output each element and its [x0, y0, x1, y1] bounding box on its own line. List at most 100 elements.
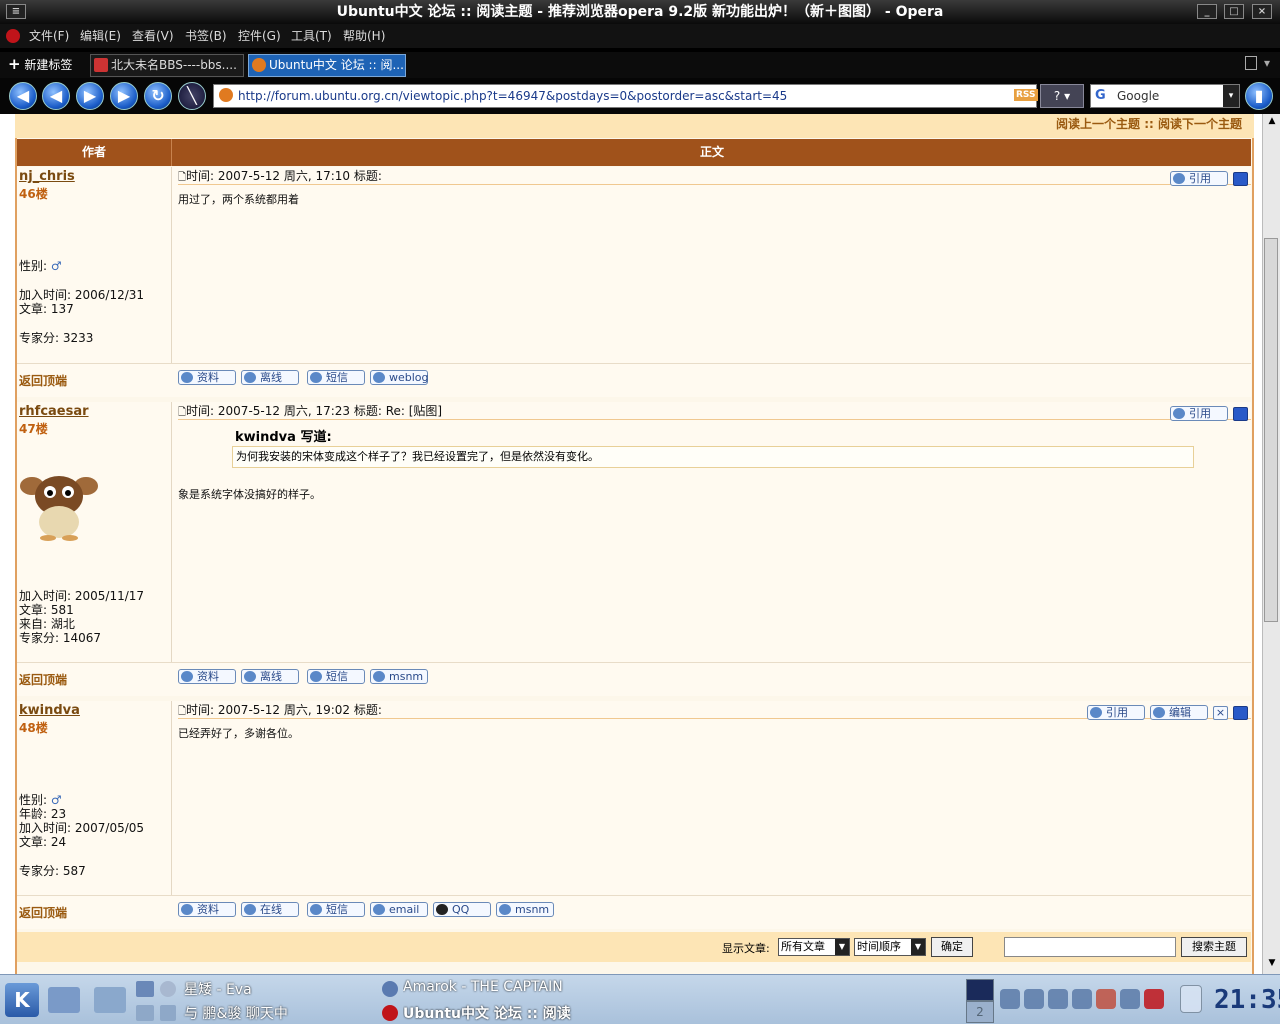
desktop-pager-2[interactable]: 2 — [966, 1001, 994, 1023]
order-select[interactable]: 时间顺序 ▼ — [854, 938, 926, 956]
menu-help[interactable]: 帮助(H) — [343, 24, 385, 48]
home-folder-icon[interactable] — [94, 987, 126, 1013]
scroll-up-icon[interactable]: ▲ — [1265, 116, 1279, 130]
ip-icon[interactable] — [1233, 407, 1248, 421]
menu-edit[interactable]: 编辑(E) — [80, 24, 121, 48]
minimize-button[interactable]: _ — [1197, 4, 1217, 19]
tab-pku-bbs[interactable]: 北大未名BBS----bbs.... — [90, 54, 244, 77]
search-dropdown-icon[interactable]: ▾ — [1223, 85, 1239, 107]
ip-icon[interactable] — [1233, 706, 1248, 720]
desktop-pager-1[interactable] — [966, 979, 994, 1001]
opera-tray-icon[interactable] — [1144, 989, 1164, 1009]
filter-select[interactable]: 所有文章 ▼ — [778, 938, 850, 956]
tab-menu-icon[interactable]: ▾ — [1264, 56, 1270, 70]
author-column: kwindva 48楼 性别: ♂ 年龄: 23 加入时间: 2007/05/0… — [17, 701, 172, 895]
terminal-icon[interactable] — [136, 981, 154, 997]
msnm-button[interactable]: msnm — [496, 902, 554, 917]
profile-button[interactable]: 资料 — [178, 669, 236, 684]
offline-badge[interactable]: 离线 — [241, 370, 299, 385]
reload-icon[interactable]: ↻ — [144, 82, 172, 110]
fast-forward-icon[interactable]: ▶ — [110, 82, 138, 110]
points-label: 专家分: 587 — [19, 864, 86, 878]
scrollbar-thumb[interactable] — [1264, 238, 1278, 622]
search-topic-button[interactable]: 搜索主题 — [1181, 937, 1247, 957]
trash-bin-icon[interactable] — [1180, 985, 1202, 1013]
task-chat[interactable]: 与 鹏&骏 聊天中 — [184, 1003, 288, 1023]
tool-icon[interactable] — [1048, 989, 1068, 1009]
profile-button[interactable]: 资料 — [178, 902, 236, 917]
kde-menu-icon[interactable]: K — [5, 983, 39, 1017]
pm-button[interactable]: 短信 — [307, 370, 365, 385]
files-icon[interactable] — [1120, 989, 1140, 1009]
clock[interactable]: 21:35 — [1214, 985, 1280, 1015]
post-46: nj_chris 46楼 性别: ♂ 加入时间: 2006/12/31 文章: … — [17, 167, 1251, 363]
new-tab-button[interactable]: + 新建标签 — [8, 56, 72, 73]
help-dropdown[interactable]: ? ▾ — [1040, 84, 1084, 108]
weblog-button[interactable]: weblog — [370, 370, 429, 385]
post-47: rhfcaesar 47楼 加入时间: 2005/11/17 文章: 581 来… — [17, 402, 1251, 662]
quote-button[interactable]: 引用 — [1170, 406, 1228, 421]
search-topic-input[interactable] — [1004, 937, 1176, 957]
back-icon[interactable]: ◀ — [9, 82, 37, 110]
google-icon: G — [1095, 88, 1106, 103]
back-to-top-link[interactable]: 返回顶端 — [19, 372, 67, 389]
prev-topic-link[interactable]: 阅读上一个主题 — [1056, 117, 1140, 131]
quote-button[interactable]: 引用 — [1170, 171, 1228, 186]
task-eva[interactable]: 星矮 - Eva — [184, 979, 252, 999]
author-link[interactable]: kwindva — [19, 703, 80, 718]
male-icon: ♂ — [50, 793, 62, 807]
menu-widgets[interactable]: 控件(G) — [238, 24, 281, 48]
profile-button[interactable]: 资料 — [178, 370, 236, 385]
network-icon[interactable] — [136, 1005, 154, 1021]
menu-tools[interactable]: 工具(T) — [291, 24, 332, 48]
search-field[interactable]: G Google ▾ — [1090, 84, 1240, 108]
forward-icon[interactable]: ▶ — [76, 82, 104, 110]
qq-button[interactable]: QQ — [433, 902, 491, 917]
avatar — [20, 462, 98, 542]
msnm-button[interactable]: msnm — [370, 669, 428, 684]
pm-icon — [310, 372, 322, 383]
pm-button[interactable]: 短信 — [307, 902, 365, 917]
rss-icon[interactable]: RSS — [1014, 89, 1038, 101]
ip-icon[interactable] — [1233, 172, 1248, 186]
online-badge[interactable]: 在线 — [241, 902, 299, 917]
klipper-icon[interactable] — [1024, 989, 1044, 1009]
scroll-down-icon[interactable]: ▼ — [1265, 958, 1279, 972]
task-amarok[interactable]: Amarok - THE CAPTAIN — [403, 979, 573, 995]
ubuntu-favicon-icon — [252, 58, 266, 72]
window-titlebar: Ubuntu中文 论坛 :: 阅读主题 - 推荐浏览器opera 9.2版 新功… — [0, 0, 1280, 24]
ok-button[interactable]: 确定 — [931, 937, 973, 957]
task-opera[interactable]: Ubuntu中文 论坛 :: 阅读 — [403, 1003, 573, 1023]
user-icon[interactable] — [1096, 989, 1116, 1009]
maximize-button[interactable]: □ — [1224, 4, 1244, 19]
back-to-top-link[interactable]: 返回顶端 — [19, 904, 67, 921]
info-icon[interactable] — [160, 981, 176, 997]
next-topic-link[interactable]: 阅读下一个主题 — [1158, 117, 1242, 131]
edit-button[interactable]: 编辑 — [1150, 705, 1208, 720]
app-menu-icon[interactable]: ≡ — [6, 4, 26, 19]
menu-file[interactable]: 文件(F) — [29, 24, 69, 48]
monitor-icon[interactable] — [1072, 989, 1092, 1009]
quote-button[interactable]: 引用 — [1087, 705, 1145, 720]
tab-ubuntu-forum[interactable]: Ubuntu中文 论坛 :: 阅... — [248, 54, 406, 77]
delete-icon[interactable]: × — [1213, 706, 1228, 720]
address-field[interactable]: http://forum.ubuntu.org.cn/viewtopic.php… — [213, 84, 1038, 108]
close-button[interactable]: × — [1252, 4, 1272, 19]
bulb-icon — [244, 671, 256, 682]
show-desktop-icon[interactable] — [48, 987, 80, 1013]
pm-button[interactable]: 短信 — [307, 669, 365, 684]
offline-badge[interactable]: 离线 — [241, 669, 299, 684]
menu-bookmarks[interactable]: 书签(B) — [185, 24, 227, 48]
back-to-top-link[interactable]: 返回顶端 — [19, 671, 67, 688]
author-link[interactable]: nj_chris — [19, 169, 75, 184]
trash-icon[interactable] — [1245, 56, 1257, 70]
email-button[interactable]: email — [370, 902, 428, 917]
stop-icon[interactable]: ╲ — [178, 82, 206, 110]
menu-view[interactable]: 查看(V) — [132, 24, 174, 48]
panel-toggle-icon[interactable]: ▮ — [1245, 82, 1273, 110]
volume-icon[interactable] — [1000, 989, 1020, 1009]
body-header: 正文 — [699, 145, 724, 159]
rewind-icon[interactable]: ◀ — [42, 82, 70, 110]
author-link[interactable]: rhfcaesar — [19, 404, 89, 419]
app-icon[interactable] — [160, 1005, 176, 1021]
